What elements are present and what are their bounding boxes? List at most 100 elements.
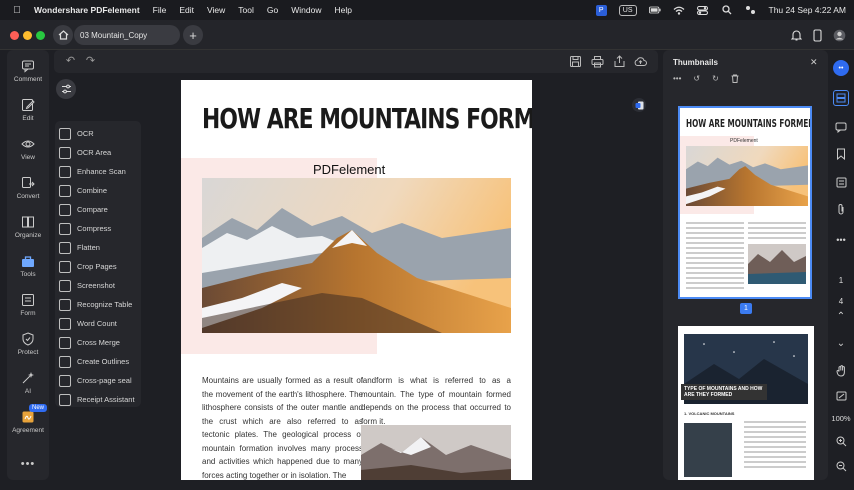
current-page-badge: 1 [740,303,752,314]
control-toggle-icon[interactable] [697,5,709,15]
new-badge: New [29,404,48,412]
undo-icon[interactable]: ↶ [64,55,77,68]
menu-view[interactable]: View [207,5,225,15]
cloud-upload-icon[interactable] [634,55,647,68]
menu-help[interactable]: Help [334,5,351,15]
document-page[interactable]: HOW ARE MOUNTAINS FORMED? PDFelement Mou… [181,80,532,480]
document-tab[interactable]: 03 Mountain_Copy [74,25,180,45]
menu-file[interactable]: File [153,5,167,15]
next-page-button[interactable]: ⌄ [833,335,849,351]
previous-page-button[interactable]: ⌃ [833,308,849,324]
tool-word-count-label: Word Count [77,319,117,328]
rail-edit[interactable]: Edit [7,98,49,122]
comments-panel-button[interactable] [833,119,849,135]
home-button[interactable] [53,25,73,45]
page-thumbnail-1[interactable]: HOW ARE MOUNTAINS FORMED? PDFelement [678,106,812,299]
tool-recognize-table[interactable]: Recognize Table [55,295,141,314]
thumbnail-2-text [744,421,806,471]
trash-icon[interactable] [731,74,739,83]
seal-icon [59,374,71,387]
tool-cross-merge[interactable]: Cross Merge [55,333,141,352]
avatar-icon [833,29,845,41]
attachments-button[interactable] [833,201,849,217]
input-source-badge[interactable]: US [618,4,637,16]
page-current[interactable]: 1 [828,276,854,285]
more-panels-button[interactable]: ••• [833,232,849,248]
tool-ocr[interactable]: OCR [55,124,141,143]
menu-tool[interactable]: Tool [238,5,254,15]
rail-more-button[interactable]: ••• [7,458,49,470]
tool-word-count[interactable]: Word Count [55,314,141,333]
rotate-right-icon[interactable]: ↻ [712,74,719,83]
hand-tool-button[interactable] [833,363,849,379]
bookmarks-button[interactable] [833,146,849,162]
rotate-left-icon[interactable]: ↺ [693,74,700,83]
search-icon[interactable] [721,5,733,15]
menu-edit[interactable]: Edit [179,5,194,15]
battery-icon[interactable] [648,5,661,15]
tool-flatten-label: Flatten [77,243,100,252]
zoom-level[interactable]: 100% [828,414,854,423]
rail-organize[interactable]: Organize [7,215,49,239]
wifi-icon[interactable] [673,5,685,15]
control-center-icon[interactable] [745,5,757,15]
tool-ocr-area[interactable]: OCR Area [55,143,141,162]
tool-filter-button[interactable] [56,79,76,99]
tool-enhance-scan[interactable]: Enhance Scan [55,162,141,181]
tool-combine[interactable]: Combine [55,181,141,200]
tool-crop-pages[interactable]: Crop Pages [55,257,141,276]
sliders-icon [61,84,71,94]
zoom-out-button[interactable] [833,458,849,474]
thumbnail-1-heading: HOW ARE MOUNTAINS FORMED? [686,117,812,130]
tool-cross-page-seal[interactable]: Cross-page seal [55,371,141,390]
minimize-window-button[interactable] [23,31,32,40]
close-icon[interactable]: ✕ [810,57,818,68]
assistant-button[interactable]: •• [833,60,849,76]
properties-button[interactable] [833,174,849,190]
bell-icon [790,30,802,41]
rail-ai[interactable]: AI [7,371,49,395]
page-thumbnail-2[interactable]: TYPE OF MOUNTAINS AND HOW ARE THEY FORME… [678,326,814,480]
zoom-window-button[interactable] [36,31,45,40]
tool-receipt-assistant[interactable]: Receipt Assistant [55,390,141,409]
notifications-button[interactable] [787,26,805,44]
menu-window[interactable]: Window [291,5,321,15]
more-options-icon[interactable]: ••• [673,74,681,83]
thumbnails-button[interactable] [833,90,849,106]
rail-form[interactable]: Form [7,293,49,317]
rail-tools[interactable]: Tools [7,254,49,278]
share-icon[interactable] [613,55,626,68]
screenshot-icon [59,279,71,292]
device-button[interactable] [808,26,826,44]
rail-agreement[interactable]: New Agreement [7,404,49,434]
rail-organize-label: Organize [14,232,42,239]
tool-compare[interactable]: Compare [55,200,141,219]
app-name-menu[interactable]: Wondershare PDFelement [34,5,140,15]
pdfelement-status-icon[interactable]: P [595,4,607,16]
hand-icon [836,365,845,377]
tool-compress[interactable]: Compress [55,219,141,238]
tool-screenshot[interactable]: Screenshot [55,276,141,295]
menu-go[interactable]: Go [267,5,278,15]
document-toolbar: ↶ ↷ [54,50,658,73]
fit-page-button[interactable] [833,388,849,404]
account-button[interactable] [830,26,848,44]
more-icon: ••• [836,235,846,245]
apple-icon[interactable]:  [10,5,24,16]
rail-convert[interactable]: Convert [7,176,49,200]
rail-view[interactable]: View [7,137,49,161]
save-icon[interactable] [569,55,582,68]
close-window-button[interactable] [10,31,19,40]
word-icon [635,101,643,109]
rail-comment[interactable]: Comment [7,59,49,83]
add-tab-button[interactable]: + [183,25,203,45]
redo-icon[interactable]: ↷ [84,55,97,68]
thumbnails-icon [836,93,846,103]
zoom-in-button[interactable] [833,433,849,449]
rail-protect[interactable]: Protect [7,332,49,356]
menubar-clock[interactable]: Thu 24 Sep 4:22 AM [769,5,847,15]
word-export-button[interactable] [632,98,646,112]
tool-create-outlines[interactable]: Create Outlines [55,352,141,371]
print-icon[interactable] [591,55,604,68]
tool-flatten[interactable]: Flatten [55,238,141,257]
